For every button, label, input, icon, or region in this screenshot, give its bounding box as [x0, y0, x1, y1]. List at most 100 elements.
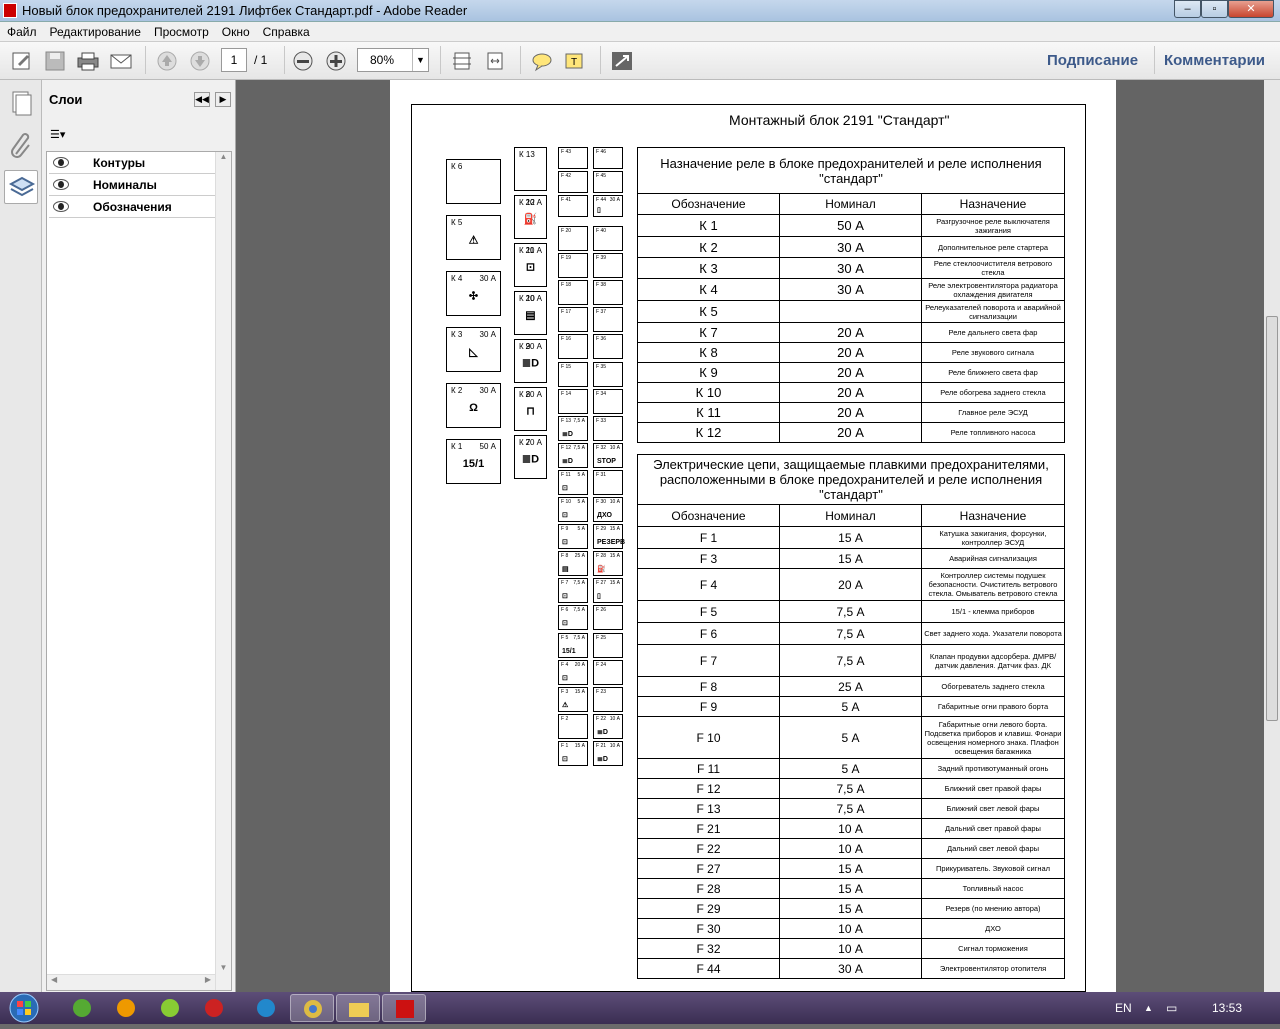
- zoom-out-icon[interactable]: [291, 50, 315, 72]
- fuse-symbol-icon: STOP: [597, 457, 616, 465]
- relay-block: К 3 30 А ◺: [446, 327, 501, 372]
- language-indicator[interactable]: EN: [1115, 1001, 1132, 1015]
- fuse-label: F 34: [596, 390, 607, 397]
- menu-file[interactable]: Файл: [0, 22, 43, 39]
- menu-edit[interactable]: Редактирование: [43, 22, 147, 39]
- chevron-down-icon[interactable]: ▼: [412, 49, 428, 71]
- fuse-id: F 29: [637, 898, 780, 919]
- relay-label: К 3: [451, 330, 463, 339]
- column-header: Номинал: [779, 193, 922, 215]
- layer-label: Обозначения: [93, 200, 172, 214]
- menu-help[interactable]: Справка: [256, 22, 316, 39]
- table-row: К 2 30 А Дополнительное реле стартера: [637, 236, 1065, 258]
- layer-list-hscrollbar[interactable]: ◀ ▶: [47, 974, 215, 990]
- edit-icon[interactable]: [10, 50, 34, 72]
- highlight-icon[interactable]: T: [563, 50, 587, 72]
- table-row: F 3 15 А Аварийная сигнализация: [637, 548, 1065, 569]
- expand-panel-button[interactable]: ▶: [215, 92, 231, 107]
- next-page-icon[interactable]: [188, 50, 212, 72]
- pages-icon[interactable]: [4, 86, 38, 120]
- tray-arrow-icon[interactable]: ▲: [1144, 1003, 1153, 1013]
- prev-page-icon[interactable]: [155, 50, 179, 72]
- fuse-amperage: 15 А: [574, 742, 585, 749]
- attachments-icon[interactable]: [4, 128, 38, 162]
- app-icon[interactable]: [192, 994, 236, 1022]
- close-button[interactable]: ✕: [1228, 0, 1274, 18]
- relay-block: К 2 30 АΩ: [446, 383, 501, 428]
- layers-icon[interactable]: [4, 170, 38, 204]
- page-number-input[interactable]: 1: [221, 48, 247, 72]
- minimize-button[interactable]: –: [1174, 0, 1201, 18]
- menu-window[interactable]: Окно: [215, 22, 256, 39]
- utorrent-icon[interactable]: [60, 994, 104, 1022]
- zoom-select[interactable]: 80% ▼: [357, 48, 429, 72]
- relay-rating: 20 А: [779, 402, 922, 423]
- fuse-amperage: 7,5 А: [573, 634, 585, 641]
- browser-icon[interactable]: [244, 994, 288, 1022]
- sign-link[interactable]: Подписание: [1047, 52, 1138, 69]
- window-title: Новый блок предохранителей 2191 Лифтбек …: [22, 3, 468, 18]
- network-icon[interactable]: ▭: [1166, 1001, 1177, 1015]
- clock[interactable]: 13:53: [1212, 1001, 1242, 1015]
- comment-link[interactable]: Комментарии: [1164, 52, 1265, 69]
- comment-icon[interactable]: [530, 50, 554, 72]
- layer-item[interactable]: Обозначения: [49, 196, 215, 218]
- table-row: К 12 20 А Реле топливного насоса: [637, 422, 1065, 443]
- fuse-amperage: 15 А: [609, 526, 620, 533]
- scrollbar-thumb[interactable]: [1266, 316, 1278, 721]
- relay-rating: 20 А: [779, 382, 922, 403]
- table-row: К 7 20 А Реле дальнего света фар: [637, 322, 1065, 343]
- layer-item[interactable]: Номиналы: [49, 174, 215, 196]
- eye-icon[interactable]: [53, 179, 69, 190]
- fuse-label: F 8: [561, 553, 569, 560]
- fuse-label: F 24: [596, 661, 607, 668]
- fit-page-icon[interactable]: [450, 50, 474, 72]
- fuse-label: F 33: [596, 417, 607, 424]
- relay-amperage: 20 А: [525, 198, 542, 207]
- relay-rating: 30 А: [779, 236, 922, 258]
- relay-table-caption: Назначение реле в блоке предохранителей …: [637, 147, 1065, 194]
- start-button[interactable]: [2, 992, 46, 1024]
- save-icon[interactable]: [43, 50, 67, 72]
- app-icon[interactable]: [104, 994, 148, 1022]
- fuse-rating: 25 А: [779, 676, 922, 697]
- chrome-icon[interactable]: [290, 994, 334, 1022]
- eye-icon[interactable]: [53, 157, 69, 168]
- fuse-purpose: 15/1 - клемма приборов: [921, 600, 1065, 623]
- eye-icon[interactable]: [53, 201, 69, 212]
- folder-icon[interactable]: [336, 994, 380, 1022]
- layer-list-scrollbar[interactable]: ▲ ▼: [215, 152, 231, 990]
- document-scrollbar[interactable]: [1264, 80, 1280, 992]
- email-icon[interactable]: [109, 50, 133, 72]
- fuse-slot: F 33: [593, 415, 623, 441]
- print-icon[interactable]: [76, 50, 100, 72]
- fuse-amperage: 10 А: [609, 715, 620, 722]
- relay-symbol-icon: ⊡: [525, 261, 536, 274]
- zoom-in-icon[interactable]: [324, 50, 348, 72]
- fuse-label: F 3: [561, 688, 569, 695]
- fuse-purpose: ДХО: [921, 918, 1065, 939]
- fuse-slot: F 3 15 А ⚠: [558, 686, 588, 712]
- taskbar: EN ▲ ▭ 13:53: [0, 992, 1280, 1024]
- fuse-rating: 7,5 А: [779, 600, 922, 623]
- fuse-id: F 21: [637, 818, 780, 839]
- fit-width-icon[interactable]: [483, 50, 507, 72]
- relay-purpose: Реле стеклоочистителя ветрового стекла: [921, 257, 1065, 279]
- fuse-slot: F 40: [593, 226, 623, 251]
- maximize-button[interactable]: ▫: [1201, 0, 1228, 18]
- fuse-label: F 17: [561, 309, 572, 316]
- relay-purpose: Реле электровентилятора радиатора охлажд…: [921, 278, 1065, 301]
- adobe-reader-taskbar-icon[interactable]: [382, 994, 426, 1022]
- fuse-label: F 23: [596, 688, 607, 695]
- fuse-rating: 10 А: [779, 838, 922, 859]
- app-icon[interactable]: [148, 994, 192, 1022]
- fuse-amperage: 25 А: [574, 553, 585, 560]
- relay-label: К 5: [451, 218, 463, 227]
- fullscreen-icon[interactable]: [610, 50, 634, 72]
- options-menu-icon[interactable]: ☰▾: [50, 128, 76, 144]
- fuse-label: F 9: [561, 526, 569, 533]
- collapse-panel-button[interactable]: ◀◀: [194, 92, 210, 107]
- layer-item[interactable]: Контуры: [49, 152, 215, 174]
- fuse-purpose: Дальний свет левой фары: [921, 838, 1065, 859]
- menu-view[interactable]: Просмотр: [147, 22, 215, 39]
